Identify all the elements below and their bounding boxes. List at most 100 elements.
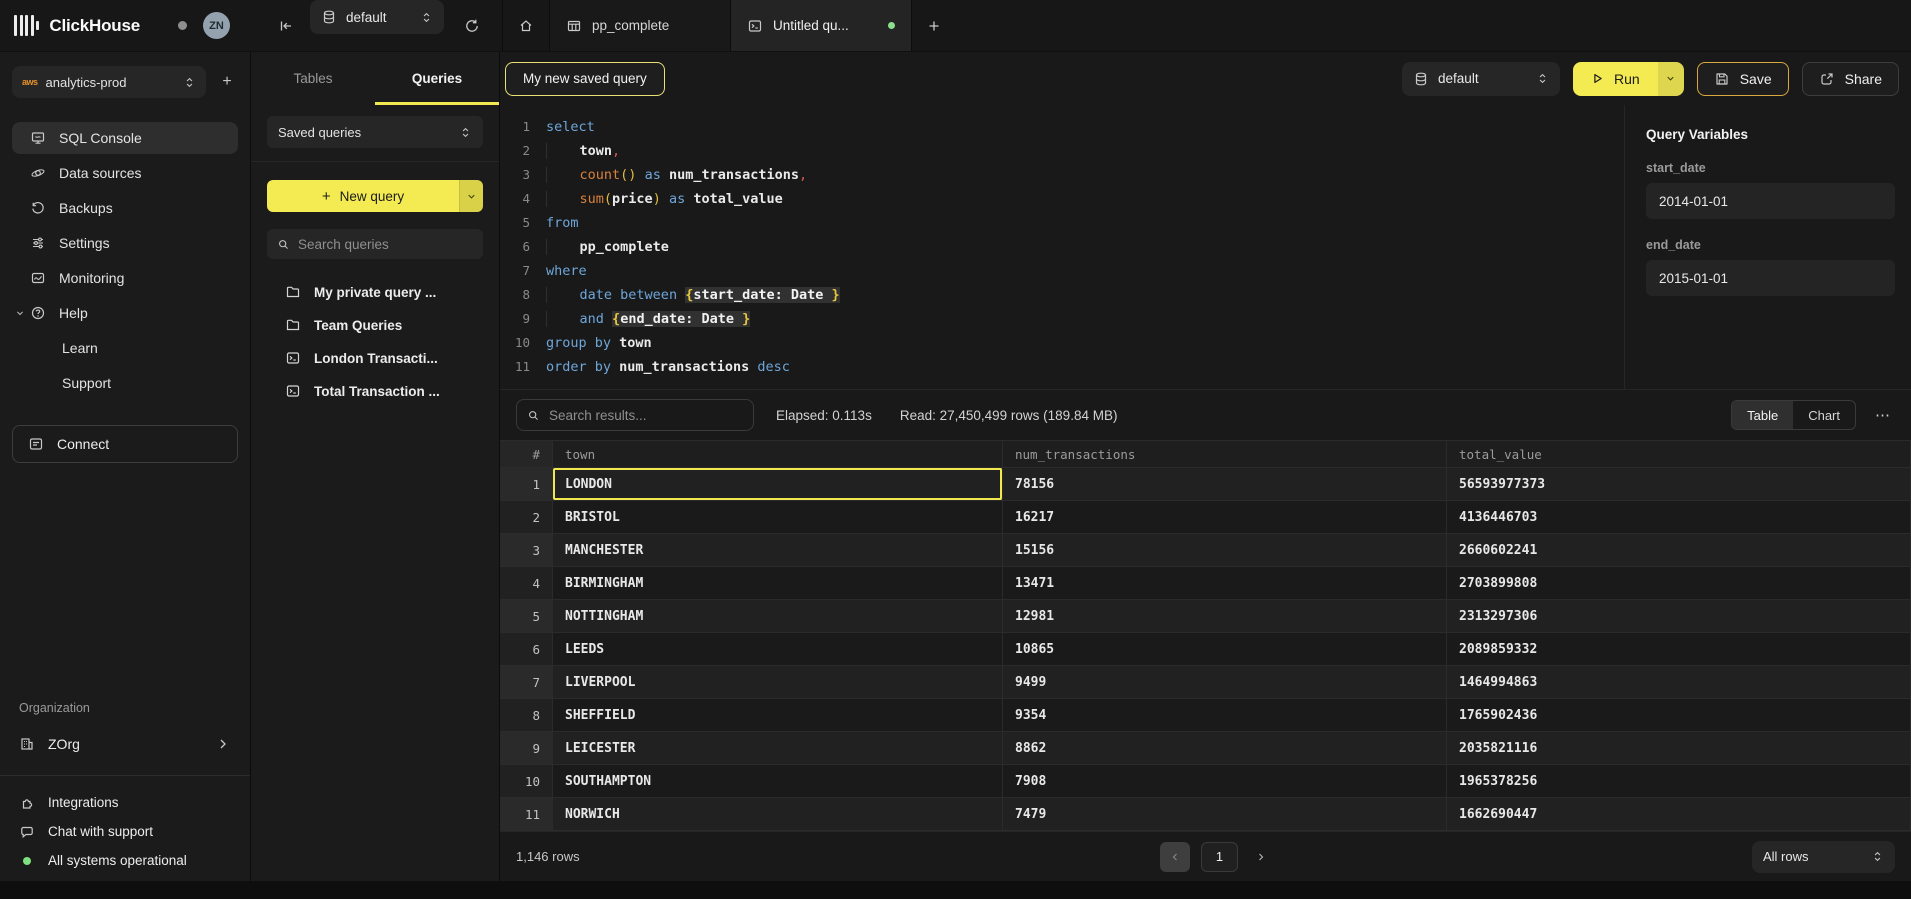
- code-line-8[interactable]: 8 date between {start_date: Date }: [500, 283, 1624, 307]
- tab-pp-complete[interactable]: pp_complete: [550, 0, 730, 51]
- column-header-town[interactable]: town: [553, 441, 1003, 467]
- run-button[interactable]: Run: [1573, 62, 1658, 96]
- results-more-menu[interactable]: ⋯: [1871, 406, 1895, 424]
- table-cell[interactable]: LEICESTER: [553, 732, 1003, 764]
- column-header-num-transactions[interactable]: num_transactions: [1003, 441, 1447, 467]
- sidebar-item-sql-console[interactable]: SQL Console: [12, 122, 238, 154]
- table-cell[interactable]: NORWICH: [553, 798, 1003, 830]
- editor-database-selector[interactable]: default: [1402, 62, 1560, 96]
- table-cell[interactable]: 7908: [1003, 765, 1447, 797]
- query-list-item-my-private-query[interactable]: My private query ...: [267, 276, 483, 308]
- sql-editor[interactable]: 1select2 town,3 count() as num_transacti…: [500, 105, 1624, 389]
- table-cell[interactable]: MANCHESTER: [553, 534, 1003, 566]
- row-index-cell[interactable]: 11: [500, 798, 553, 830]
- code-line-1[interactable]: 1select: [500, 115, 1624, 139]
- end-date-input[interactable]: [1646, 260, 1895, 296]
- next-page-button[interactable]: [1249, 842, 1273, 872]
- table-cell[interactable]: 1662690447: [1447, 798, 1911, 830]
- start-date-input[interactable]: [1646, 183, 1895, 219]
- collapse-panel-icon[interactable]: [278, 0, 294, 51]
- table-cell[interactable]: 2703899808: [1447, 567, 1911, 599]
- code-line-5[interactable]: 5from: [500, 211, 1624, 235]
- table-cell[interactable]: BIRMINGHAM: [553, 567, 1003, 599]
- row-index-cell[interactable]: 2: [500, 501, 553, 533]
- table-cell[interactable]: 9499: [1003, 666, 1447, 698]
- organization-item[interactable]: ZOrg: [12, 729, 238, 759]
- sidebar-item-data-sources[interactable]: Data sources: [12, 157, 238, 189]
- add-service-button[interactable]: +: [216, 73, 238, 91]
- code-line-11[interactable]: 11order by num_transactions desc: [500, 355, 1624, 379]
- table-cell[interactable]: 13471: [1003, 567, 1447, 599]
- table-cell[interactable]: 10865: [1003, 633, 1447, 665]
- code-line-9[interactable]: 9 and {end_date: Date }: [500, 307, 1624, 331]
- share-button[interactable]: Share: [1802, 62, 1899, 96]
- workspace-selector[interactable]: aws analytics-prod: [12, 66, 206, 98]
- code-line-6[interactable]: 6 pp_complete: [500, 235, 1624, 259]
- table-cell[interactable]: NOTTINGHAM: [553, 600, 1003, 632]
- table-cell[interactable]: 1965378256: [1447, 765, 1911, 797]
- tab-queries[interactable]: Queries: [375, 52, 499, 105]
- new-tab-button[interactable]: [912, 0, 956, 51]
- current-page[interactable]: 1: [1201, 842, 1238, 872]
- row-index-cell[interactable]: 8: [500, 699, 553, 731]
- code-line-2[interactable]: 2 town,: [500, 139, 1624, 163]
- sidebar-item-backups[interactable]: Backups: [12, 192, 238, 224]
- topbar-database-selector[interactable]: default: [310, 0, 444, 34]
- table-cell[interactable]: 2660602241: [1447, 534, 1911, 566]
- row-index-cell[interactable]: 6: [500, 633, 553, 665]
- row-index-cell[interactable]: 3: [500, 534, 553, 566]
- table-cell[interactable]: 9354: [1003, 699, 1447, 731]
- sidebar-item-settings[interactable]: Settings: [12, 227, 238, 259]
- query-list-item-total-transaction[interactable]: Total Transaction ...: [267, 375, 483, 407]
- sidebar-footer-item-integrations[interactable]: Integrations: [12, 788, 238, 817]
- table-cell[interactable]: 2035821116: [1447, 732, 1911, 764]
- row-index-cell[interactable]: 5: [500, 600, 553, 632]
- table-cell[interactable]: 78156: [1003, 468, 1447, 500]
- user-avatar[interactable]: ZN: [203, 12, 230, 39]
- saved-queries-selector[interactable]: Saved queries: [267, 116, 483, 148]
- query-list-item-team-queries[interactable]: Team Queries: [267, 309, 483, 341]
- column-header-total-value[interactable]: total_value: [1447, 441, 1911, 467]
- table-cell[interactable]: LIVERPOOL: [553, 666, 1003, 698]
- table-cell[interactable]: 16217: [1003, 501, 1447, 533]
- row-index-cell[interactable]: 4: [500, 567, 553, 599]
- table-cell[interactable]: SHEFFIELD: [553, 699, 1003, 731]
- view-toggle-chart[interactable]: Chart: [1793, 401, 1855, 429]
- query-list-item-london-transacti[interactable]: London Transacti...: [267, 342, 483, 374]
- table-cell[interactable]: 7479: [1003, 798, 1447, 830]
- table-cell[interactable]: BRISTOL: [553, 501, 1003, 533]
- tab-untitled-query[interactable]: Untitled qu...: [731, 0, 911, 51]
- table-cell[interactable]: 2089859332: [1447, 633, 1911, 665]
- row-index-cell[interactable]: 7: [500, 666, 553, 698]
- view-toggle-table[interactable]: Table: [1732, 401, 1793, 429]
- sidebar-footer-item-all-systems-operational[interactable]: All systems operational: [12, 846, 238, 875]
- table-cell[interactable]: LONDON: [553, 468, 1003, 500]
- search-results-input[interactable]: [549, 408, 743, 423]
- table-cell[interactable]: 56593977373: [1447, 468, 1911, 500]
- sidebar-item-learn[interactable]: Learn: [12, 332, 238, 364]
- tab-tables[interactable]: Tables: [251, 52, 375, 105]
- row-index-cell[interactable]: 9: [500, 732, 553, 764]
- table-cell[interactable]: 12981: [1003, 600, 1447, 632]
- save-button[interactable]: Save: [1697, 62, 1789, 96]
- table-cell[interactable]: 2313297306: [1447, 600, 1911, 632]
- table-cell[interactable]: 1765902436: [1447, 699, 1911, 731]
- code-line-10[interactable]: 10group by town: [500, 331, 1624, 355]
- page-size-selector[interactable]: All rows: [1752, 841, 1895, 873]
- sidebar-item-monitoring[interactable]: Monitoring: [12, 262, 238, 294]
- previous-page-button[interactable]: [1160, 842, 1190, 872]
- search-queries-input[interactable]: [298, 237, 473, 252]
- table-cell[interactable]: 4136446703: [1447, 501, 1911, 533]
- code-line-7[interactable]: 7where: [500, 259, 1624, 283]
- sidebar-item-support[interactable]: Support: [12, 367, 238, 399]
- row-index-cell[interactable]: 10: [500, 765, 553, 797]
- table-cell[interactable]: SOUTHAMPTON: [553, 765, 1003, 797]
- table-cell[interactable]: 15156: [1003, 534, 1447, 566]
- home-tab[interactable]: [503, 0, 549, 51]
- run-options-button[interactable]: [1658, 62, 1684, 96]
- connect-button[interactable]: Connect: [12, 425, 238, 463]
- row-index-cell[interactable]: 1: [500, 468, 553, 500]
- new-query-menu-button[interactable]: [459, 180, 483, 212]
- saved-query-tab[interactable]: My new saved query: [505, 62, 665, 96]
- table-cell[interactable]: LEEDS: [553, 633, 1003, 665]
